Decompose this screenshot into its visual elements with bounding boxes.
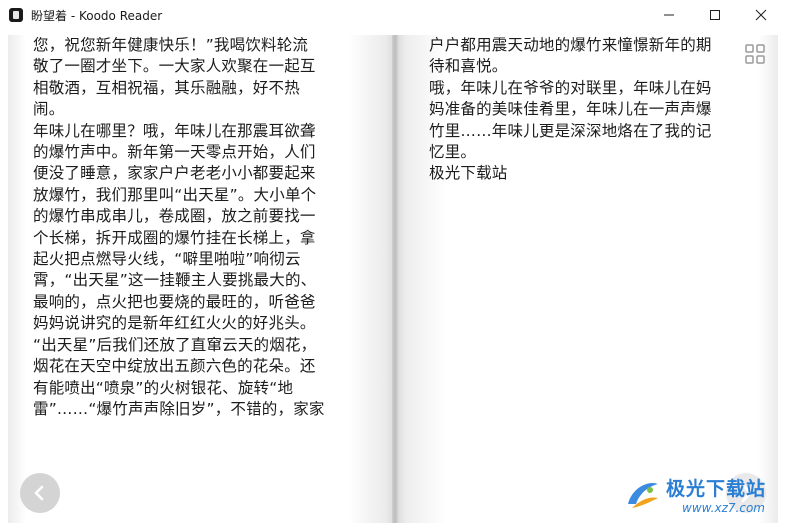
maximize-button[interactable] (692, 0, 738, 30)
left-page-text: 您，祝您新年健康快乐！”我喝饮料轮流 敬了一圈才坐下。一大家人欢聚在一起互 相敬… (33, 36, 325, 418)
close-icon (755, 9, 767, 21)
right-page-text: 户户都用震天动地的爆竹来憧憬新年的期 待和喜悦。 哦，年味儿在爷爷的对联里，年味… (429, 36, 712, 183)
watermark-logo-icon (628, 482, 658, 508)
book-app-icon (9, 8, 23, 22)
minimize-button[interactable] (646, 0, 692, 30)
previous-page-button[interactable] (20, 473, 60, 513)
window-title: 盼望着 - Koodo Reader (31, 9, 163, 23)
chevron-left-icon (34, 485, 44, 501)
site-watermark: 极光下载站 www.xz7.com (622, 472, 782, 522)
title-bar: 盼望着 - Koodo Reader (0, 0, 786, 30)
minimize-icon (664, 14, 674, 16)
book-spine (392, 35, 398, 523)
grid-view-icon[interactable] (744, 43, 766, 65)
watermark-title: 极光下载站 (666, 478, 767, 500)
maximize-icon (710, 10, 720, 20)
close-button[interactable] (738, 0, 784, 30)
watermark-url: www.xz7.com (682, 501, 765, 515)
